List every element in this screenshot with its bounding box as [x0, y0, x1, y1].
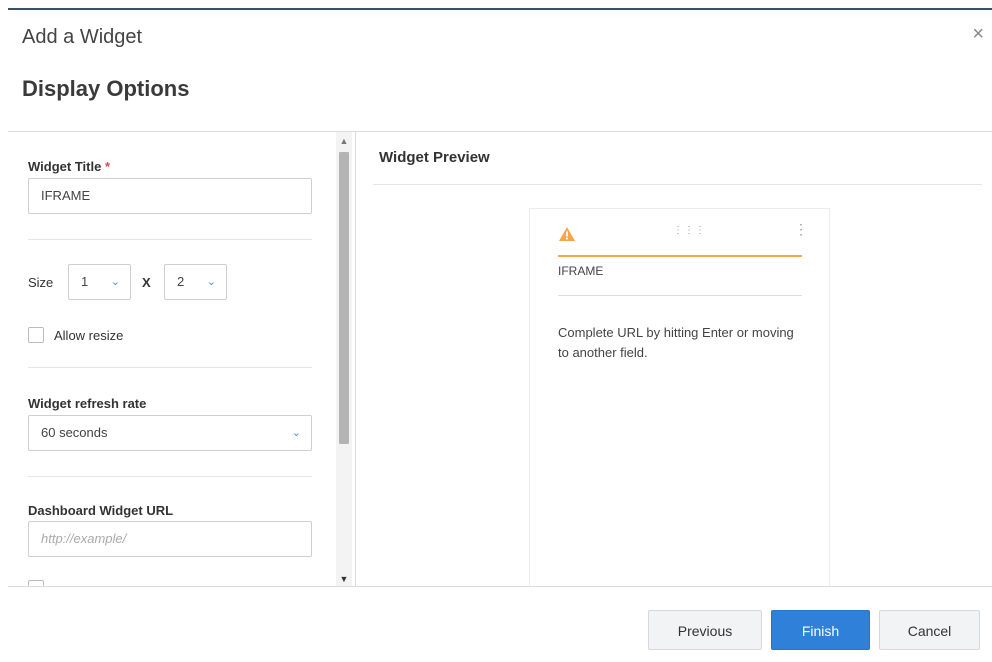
refresh-rate-value: 60 seconds	[41, 425, 108, 440]
widget-url-input[interactable]: http://example/	[28, 521, 312, 557]
divider	[28, 239, 312, 240]
kebab-menu-icon[interactable]: ⋮	[794, 222, 808, 236]
card-divider	[558, 295, 802, 296]
dialog-title: Add a Widget	[22, 26, 143, 48]
top-border	[8, 8, 992, 10]
widget-preview-card: ⋮⋮⋮ ⋮ IFRAME Complete URL by hitting Ent…	[529, 208, 830, 586]
size-width-select[interactable]: 1 ⌄	[68, 264, 131, 300]
size-height-value: 2	[177, 274, 185, 289]
refresh-rate-label: Widget refresh rate	[28, 396, 147, 411]
card-message: Complete URL by hitting Enter or moving …	[558, 325, 794, 360]
form-panel[interactable]: Widget Title * IFRAME Size 1 ⌄ X 2 ⌄ All…	[8, 132, 356, 586]
footer-divider	[8, 586, 992, 587]
form-scrollbar[interactable]: ▲ ▼	[336, 132, 352, 586]
scroll-thumb[interactable]	[339, 152, 349, 444]
scroll-down-icon[interactable]: ▼	[336, 574, 352, 584]
widget-title-label-text: Widget Title	[28, 159, 102, 174]
divider	[28, 476, 312, 477]
cancel-button[interactable]: Cancel	[879, 610, 980, 650]
chevron-down-icon: ⌄	[206, 276, 216, 288]
allow-resize-checkbox[interactable]	[28, 327, 44, 343]
chevron-down-icon: ⌄	[291, 427, 301, 439]
divider	[28, 367, 312, 368]
warning-underline	[558, 255, 802, 257]
scroll-up-icon[interactable]: ▲	[336, 136, 352, 146]
card-title: IFRAME	[558, 264, 604, 278]
chevron-down-icon: ⌄	[110, 276, 120, 288]
widget-title-input[interactable]: IFRAME	[28, 178, 312, 214]
size-label: Size	[28, 275, 54, 290]
refresh-rate-select[interactable]: 60 seconds ⌄	[28, 415, 312, 451]
widget-title-label: Widget Title *	[28, 159, 110, 174]
previous-button[interactable]: Previous	[648, 610, 762, 650]
finish-button[interactable]: Finish	[771, 610, 870, 650]
section-title: Display Options	[22, 76, 190, 101]
size-width-value: 1	[81, 274, 89, 289]
allow-resize-label: Allow resize	[54, 328, 124, 343]
preview-divider	[373, 184, 982, 185]
size-separator: X	[142, 275, 151, 290]
size-height-select[interactable]: 2 ⌄	[164, 264, 227, 300]
drag-handle-icon[interactable]: ⋮⋮⋮	[673, 225, 706, 236]
close-icon[interactable]: ×	[972, 24, 984, 44]
warning-icon	[558, 226, 576, 247]
required-asterisk: *	[104, 159, 110, 174]
preview-title: Widget Preview	[379, 149, 490, 166]
widget-url-label: Dashboard Widget URL	[28, 503, 174, 518]
